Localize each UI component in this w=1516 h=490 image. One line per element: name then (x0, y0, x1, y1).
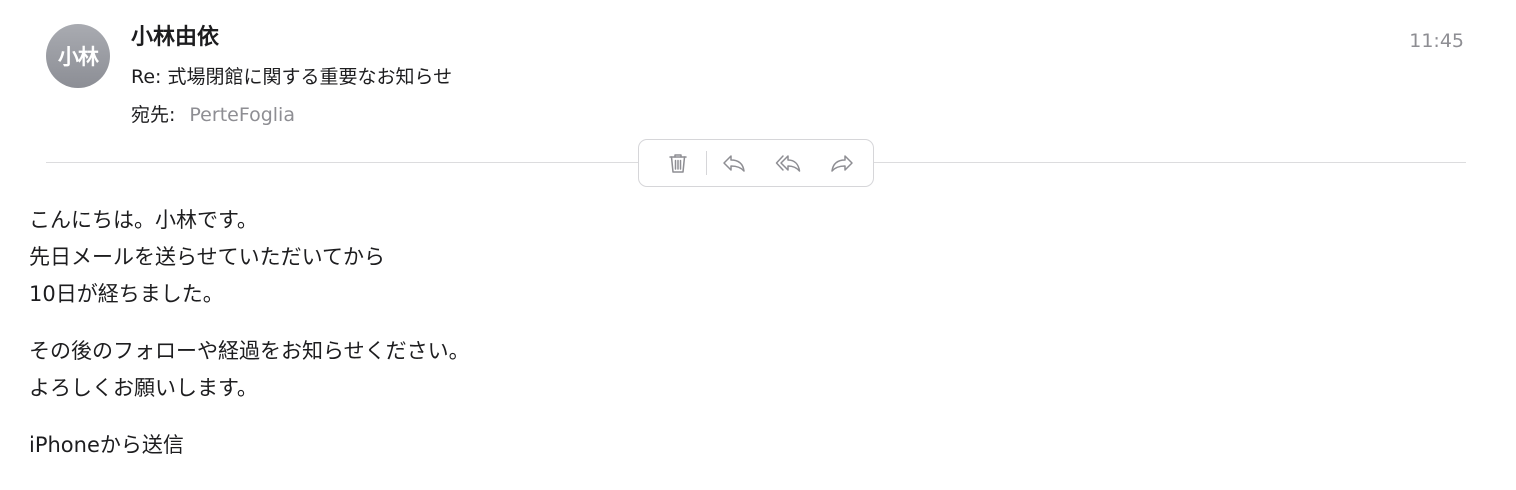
message-header: 小林 小林由依 Re: 式場閉館に関する重要なお知らせ 宛先: PerteFogl… (0, 0, 1516, 140)
body-line: その後のフォローや経過をお知らせください。 (29, 339, 470, 363)
reply-all-icon (775, 155, 801, 172)
toolbar-separator (706, 151, 708, 175)
message-time: 11:45 (1409, 30, 1464, 52)
body-line: 先日メールを送らせていただいてから (29, 245, 385, 269)
recipient-row: 宛先: PerteFoglia (131, 102, 295, 128)
recipient-label: 宛先: (131, 104, 176, 126)
body-line: こんにちは。小林です。 (29, 208, 258, 232)
forward-icon (831, 155, 854, 172)
delete-button[interactable] (661, 146, 694, 180)
body-line: 10日が経ちました。 (29, 282, 224, 306)
message-body: こんにちは。小林です。 先日メールを送らせていただいてから 10日が経ちました。… (29, 202, 1129, 484)
reply-icon (722, 155, 745, 172)
avatar[interactable]: 小林 (46, 24, 110, 88)
body-paragraph: その後のフォローや経過をお知らせください。 よろしくお願いします。 (29, 333, 1129, 407)
signature: iPhoneから送信 (29, 427, 1129, 464)
body-paragraph: こんにちは。小林です。 先日メールを送らせていただいてから 10日が経ちました。 (29, 202, 1129, 313)
message-subject: Re: 式場閉館に関する重要なお知らせ (131, 66, 453, 88)
signature-line: iPhoneから送信 (29, 433, 184, 457)
message-action-toolbar (638, 139, 874, 187)
trash-icon (668, 154, 687, 173)
recipient-name[interactable]: PerteFoglia (189, 104, 295, 126)
forward-button[interactable] (826, 146, 859, 180)
reply-button[interactable] (717, 146, 750, 180)
reply-all-button[interactable] (771, 146, 804, 180)
sender-name[interactable]: 小林由依 (131, 24, 219, 52)
body-line: よろしくお願いします。 (29, 376, 258, 400)
